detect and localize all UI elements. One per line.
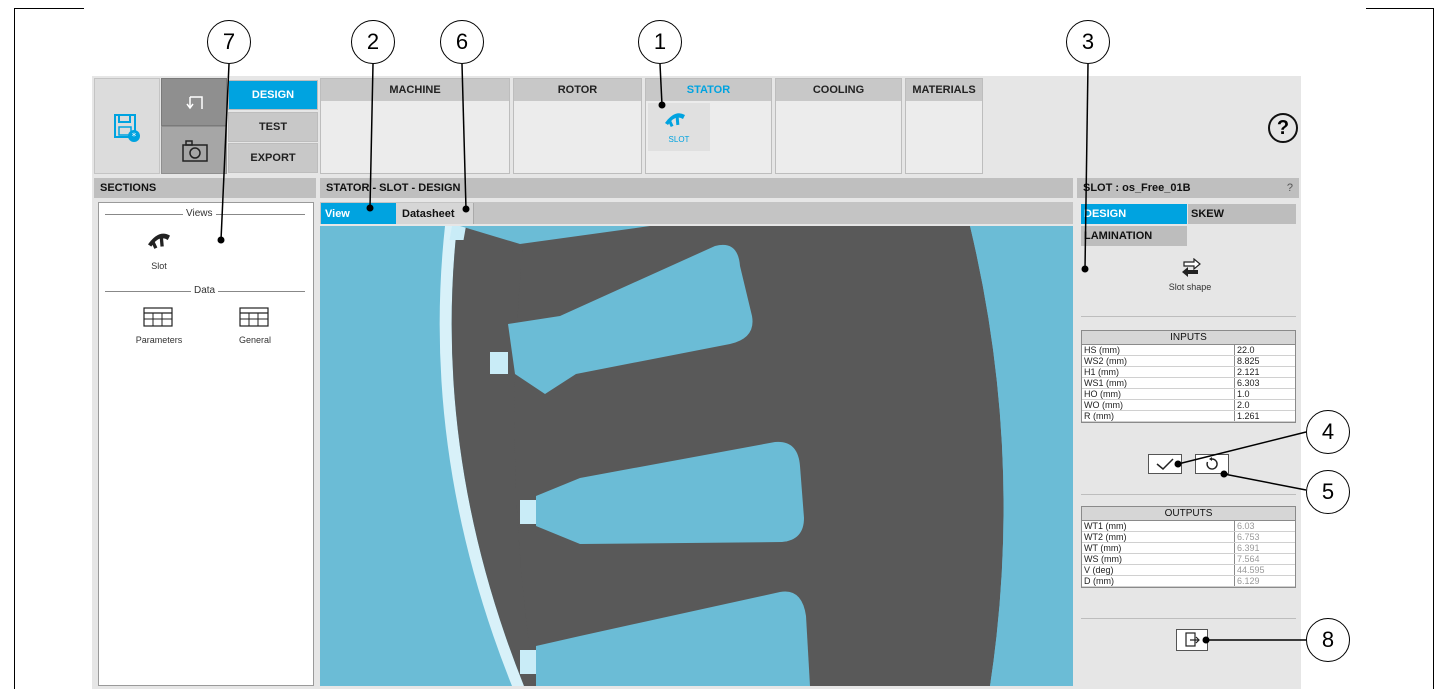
callout-5: 5	[1306, 470, 1350, 514]
callout-6: 6	[440, 20, 484, 64]
callout-2: 2	[351, 20, 395, 64]
callout-4: 4	[1306, 410, 1350, 454]
callout-1: 1	[638, 20, 682, 64]
callout-3: 3	[1066, 20, 1110, 64]
callout-leaders	[217, 63, 1307, 644]
callout-7: 7	[207, 20, 251, 64]
callout-8: 8	[1306, 618, 1350, 662]
